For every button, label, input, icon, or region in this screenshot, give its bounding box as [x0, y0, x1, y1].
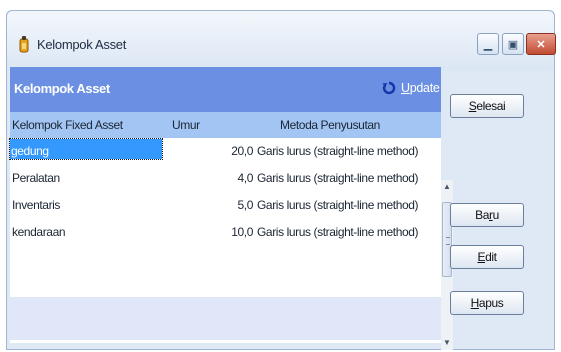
title-bar: Kelompok Asset ▁ ▣ ✕	[7, 11, 556, 71]
update-link[interactable]: Update	[382, 81, 440, 95]
asset-icon	[19, 36, 29, 53]
baru-button[interactable]: Baru	[450, 203, 524, 227]
selesai-label: Selesai	[468, 99, 506, 113]
edit-label: Edit	[477, 250, 497, 264]
hapus-button[interactable]: Hapus	[450, 291, 524, 315]
selesai-button[interactable]: Selesai	[450, 94, 524, 118]
update-label: Update	[401, 81, 440, 95]
hapus-label: Hapus	[470, 296, 504, 310]
edit-button[interactable]: Edit	[450, 245, 524, 269]
table-row[interactable]: Inventaris 5,0 Garis lurus (straight-lin…	[10, 192, 431, 219]
cell-group: Inventaris	[12, 198, 61, 212]
panel-footer	[10, 297, 441, 340]
column-header-group[interactable]: Kelompok Fixed Asset	[12, 118, 123, 132]
panel-title: Kelompok Asset	[14, 81, 110, 96]
panel-header: Kelompok Asset Update	[10, 67, 441, 112]
cell-method: Garis lurus (straight-line method)	[257, 144, 419, 158]
close-icon: ✕	[536, 38, 546, 51]
maximize-icon: ▣	[507, 38, 519, 51]
cell-group: gedung	[9, 138, 163, 160]
column-header-method[interactable]: Metoda Penyusutan	[280, 118, 380, 132]
table-row[interactable]: gedung 20,0 Garis lurus (straight-line m…	[9, 138, 431, 165]
window-title: Kelompok Asset	[37, 37, 127, 52]
column-header-umur[interactable]: Umur	[172, 118, 200, 132]
close-button[interactable]: ✕	[526, 33, 556, 55]
cell-method: Garis lurus (straight-line method)	[257, 171, 419, 185]
cell-group: Peralatan	[12, 171, 60, 185]
cell-group: kendaraan	[12, 225, 66, 239]
cell-umur: 5,0	[237, 198, 254, 212]
scroll-up-icon[interactable]: ▲	[441, 180, 453, 194]
minimize-icon: ▁	[483, 38, 493, 51]
cell-umur: 20,0	[231, 144, 253, 158]
asset-group-list: gedung 20,0 Garis lurus (straight-line m…	[9, 138, 431, 246]
table-row[interactable]: Peralatan 4,0 Garis lurus (straight-line…	[10, 165, 431, 192]
column-header-row: Kelompok Fixed Asset Umur Metoda Penyusu…	[10, 112, 441, 138]
baru-label: Baru	[475, 208, 499, 222]
maximize-button[interactable]: ▣	[502, 33, 524, 55]
cell-method: Garis lurus (straight-line method)	[257, 198, 419, 212]
cell-method: Garis lurus (straight-line method)	[257, 225, 419, 239]
table-row[interactable]: kendaraan 10,0 Garis lurus (straight-lin…	[10, 219, 431, 246]
scroll-down-icon[interactable]: ▼	[441, 336, 453, 350]
grip-icon	[446, 237, 450, 245]
cell-umur: 4,0	[237, 171, 254, 185]
cell-umur: 10,0	[231, 225, 253, 239]
minimize-button[interactable]: ▁	[477, 33, 499, 55]
refresh-icon	[382, 81, 396, 95]
